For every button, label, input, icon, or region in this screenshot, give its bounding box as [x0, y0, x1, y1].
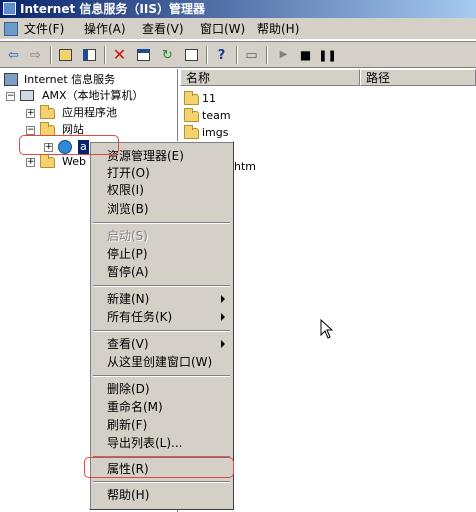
menu-help[interactable]: 帮助(H) [257, 18, 299, 40]
folder-icon [40, 105, 55, 119]
submenu-arrow-icon [221, 340, 225, 348]
up-folder-icon[interactable] [56, 46, 75, 64]
ctx-permissions[interactable]: 权限(I) [107, 181, 144, 199]
ctx-delete[interactable]: 删除(D) [107, 380, 150, 398]
menu-window[interactable]: 窗口(W) [200, 18, 245, 40]
collapse-icon[interactable]: − [26, 126, 35, 135]
computer-icon[interactable]: ▭ [242, 46, 261, 64]
help-icon[interactable]: ? [212, 46, 231, 64]
submenu-arrow-icon [221, 295, 225, 303]
export-icon[interactable] [182, 46, 201, 64]
ctx-new-window-from-here[interactable]: 从这里创建窗口(W) [107, 353, 212, 371]
pause-icon[interactable]: ❚❚ [318, 46, 337, 64]
ctx-view[interactable]: 查看(V) [107, 335, 149, 353]
expand-icon[interactable]: + [26, 158, 35, 167]
mdi-child-window-icon[interactable] [4, 22, 18, 36]
ctx-stop[interactable]: 停止(P) [107, 245, 148, 263]
ctx-new[interactable]: 新建(N) [107, 290, 149, 308]
iis-app-icon [3, 2, 16, 15]
properties-icon[interactable] [134, 46, 153, 64]
folder-icon [184, 91, 199, 105]
submenu-arrow-icon [221, 313, 225, 321]
menu-action[interactable]: 操作(A) [84, 18, 126, 40]
highlight-selected-site [19, 135, 119, 155]
show-tree-icon[interactable] [80, 46, 99, 64]
window-title: Internet 信息服务（IIS）管理器 [20, 2, 205, 16]
menu-bar: 文件(F) 操作(A) 查看(V) 窗口(W) 帮助(H) [0, 18, 476, 40]
ctx-all-tasks[interactable]: 所有任务(K) [107, 308, 172, 326]
folder-icon [184, 108, 199, 122]
stop-icon[interactable]: ■ [296, 46, 315, 64]
start-icon[interactable]: ▶ [274, 46, 293, 64]
context-menu: 资源管理器(E) 打开(O) 权限(I) 浏览(B) 启动(S) 停止(P) 暂… [89, 141, 234, 510]
ctx-pause[interactable]: 暂停(A) [107, 263, 149, 281]
delete-icon[interactable]: ✕ [110, 46, 129, 64]
ctx-open[interactable]: 打开(O) [107, 164, 150, 182]
ctx-refresh[interactable]: 刷新(F) [107, 416, 147, 434]
ctx-help[interactable]: 帮助(H) [107, 486, 149, 504]
folder-icon [184, 125, 199, 139]
collapse-icon[interactable]: − [6, 92, 15, 101]
menu-file[interactable]: 文件(F) [24, 18, 64, 40]
menu-view[interactable]: 查看(V) [142, 18, 184, 40]
column-header-name[interactable]: 名称 [180, 69, 360, 86]
ctx-export-list[interactable]: 导出列表(L)... [107, 434, 183, 452]
iis-root-icon [4, 73, 18, 86]
ctx-rename[interactable]: 重命名(M) [107, 398, 163, 416]
title-bar: Internet 信息服务（IIS）管理器 [0, 0, 476, 18]
highlight-properties [84, 457, 234, 478]
computer-node-icon [20, 90, 34, 101]
ctx-browse[interactable]: 浏览(B) [107, 200, 149, 218]
ctx-start[interactable]: 启动(S) [107, 227, 148, 245]
forward-icon[interactable]: ⇨ [26, 46, 45, 64]
back-icon[interactable]: ⇦ [4, 46, 23, 64]
toolbar: ⇦ ⇨ ✕ ↻ ? ▭ ▶ ■ ❚❚ [0, 41, 476, 68]
refresh-icon[interactable]: ↻ [158, 46, 177, 64]
expand-icon[interactable]: + [26, 109, 35, 118]
column-header-path[interactable]: 路径 [360, 69, 476, 86]
folder-icon [40, 154, 55, 168]
mouse-cursor-icon [320, 319, 334, 339]
